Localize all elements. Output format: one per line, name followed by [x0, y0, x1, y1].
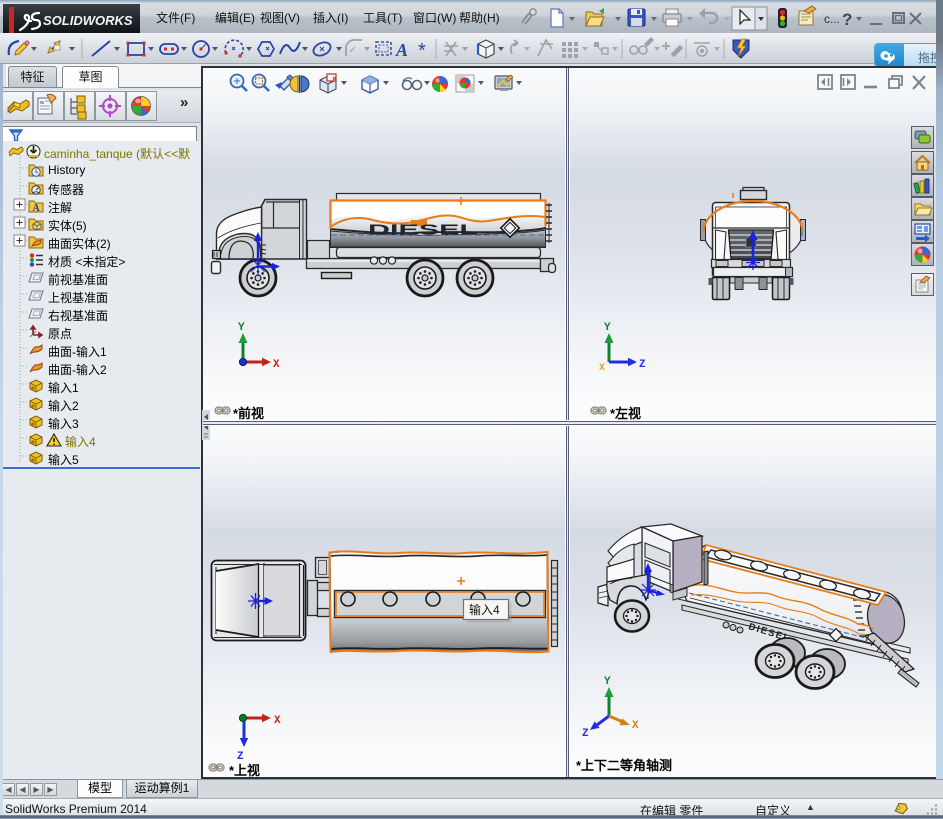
svg-text:c...: c... [824, 12, 840, 26]
svg-text:?: ? [842, 10, 852, 29]
svg-text:Y: Y [604, 676, 611, 688]
svg-text:Z: Z [639, 359, 646, 371]
svg-text:X: X [274, 715, 281, 727]
svg-text:Y: Y [604, 322, 611, 334]
svg-text:A: A [395, 40, 408, 60]
svg-text:Y: Y [238, 322, 245, 334]
svg-text:X: X [273, 359, 280, 371]
svg-text:输入4: 输入4 [469, 602, 500, 617]
svg-text:A: A [33, 203, 41, 214]
svg-text:DIESEL: DIESEL [368, 222, 478, 239]
svg-text:X: X [632, 720, 639, 732]
svg-text:*: * [418, 40, 426, 62]
svg-text:Z: Z [582, 728, 589, 740]
svg-text:X: X [599, 363, 605, 374]
